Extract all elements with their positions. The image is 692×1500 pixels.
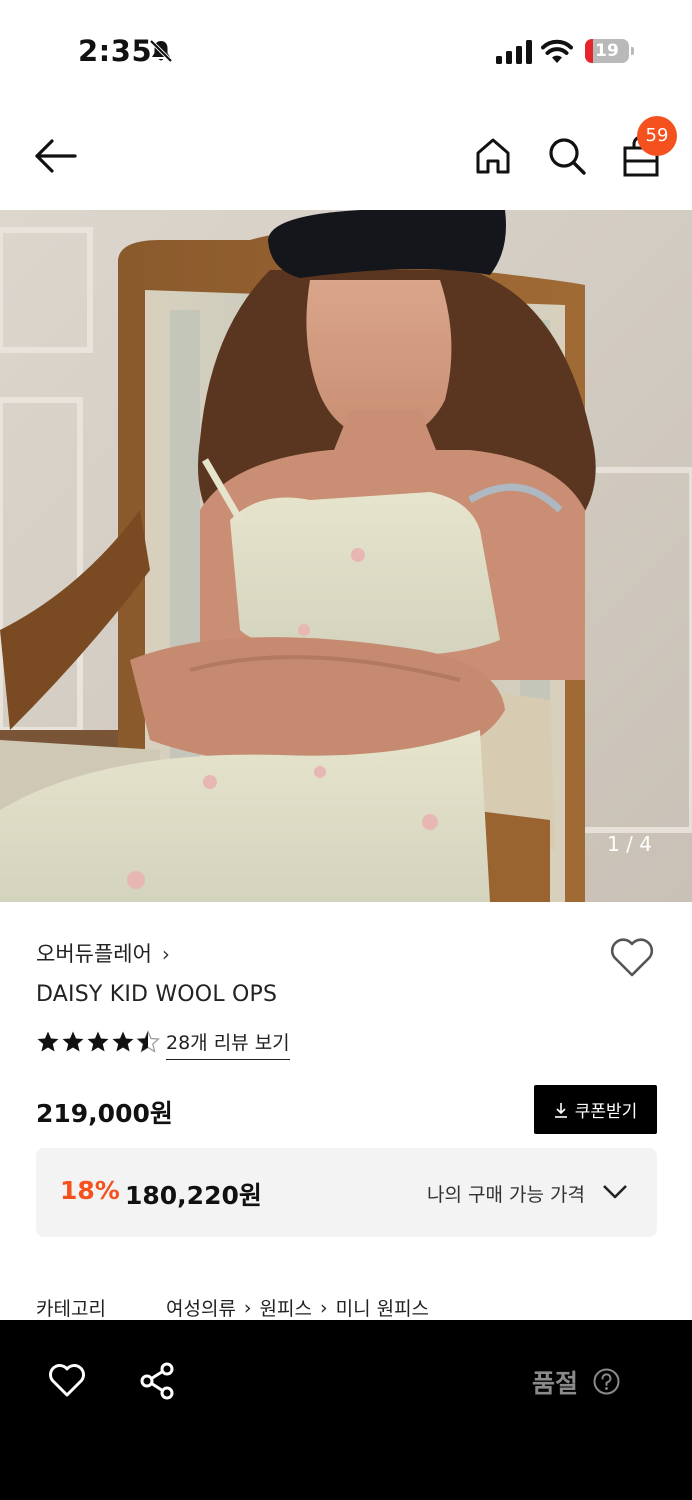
heart-outline-icon[interactable] — [48, 1362, 86, 1398]
battery-icon: 19 — [585, 39, 629, 63]
category-level-3[interactable]: 미니 원피스 — [336, 1294, 429, 1321]
rating-stars — [36, 1030, 161, 1056]
product-photo — [0, 210, 692, 902]
wifi-icon — [541, 39, 573, 63]
chevron-right-icon: › — [243, 1296, 252, 1319]
star-icon — [37, 1031, 59, 1052]
soldout-label: 품절 — [532, 1369, 579, 1398]
coupon-button-label: 쿠폰받기 — [574, 1102, 638, 1122]
coupon-button[interactable]: 쿠폰받기 — [534, 1085, 657, 1134]
original-price: 219,000원 — [36, 1099, 173, 1128]
back-arrow-icon[interactable] — [32, 136, 78, 176]
star-icon — [62, 1031, 84, 1052]
star-icon — [112, 1031, 134, 1052]
category-label: 카테고리 — [36, 1298, 106, 1320]
product-image-gallery[interactable]: 1 / 4 — [0, 210, 692, 902]
bell-slash-icon — [149, 39, 173, 63]
image-page-indicator: 1 / 4 — [607, 832, 652, 856]
final-price: 180,220원 — [125, 1181, 262, 1210]
star-half-icon — [136, 1030, 160, 1053]
my-price-box[interactable]: 18% 180,220원 나의 구매 가능 가격 — [36, 1148, 657, 1237]
bottom-action-bar: 품절 — [0, 1320, 692, 1500]
download-icon — [554, 1102, 567, 1118]
status-bar: 2:35 19 — [0, 0, 692, 100]
help-circle-icon[interactable] — [593, 1368, 620, 1395]
heart-outline-icon[interactable] — [609, 936, 655, 978]
cellular-signal-icon — [496, 40, 532, 64]
brand-name: 오버듀플레어 — [36, 942, 152, 966]
search-icon[interactable] — [547, 136, 587, 176]
category-level-2[interactable]: 원피스 — [260, 1294, 312, 1321]
category-breadcrumb: 여성의류 › 원피스 › 미니 원피스 — [166, 1294, 429, 1321]
star-icon — [87, 1031, 109, 1052]
brand-link[interactable]: 오버듀플레어 › — [36, 938, 170, 968]
share-icon[interactable] — [139, 1362, 175, 1400]
chevron-right-icon: › — [319, 1296, 328, 1319]
cart-count-badge: 59 — [637, 116, 677, 156]
product-name: DAISY KID WOOL OPS — [36, 982, 278, 1007]
discount-percent: 18% — [60, 1176, 120, 1205]
review-link[interactable]: 28개 리뷰 보기 — [166, 1028, 290, 1060]
battery-percent: 19 — [595, 41, 619, 61]
chevron-right-icon: › — [161, 942, 170, 966]
chevron-down-icon — [603, 1185, 627, 1199]
home-icon[interactable] — [473, 136, 513, 176]
my-price-label: 나의 구매 가능 가격 — [427, 1184, 585, 1206]
top-nav: 59 — [0, 100, 692, 210]
status-time: 2:35 — [78, 34, 153, 68]
category-level-1[interactable]: 여성의류 — [166, 1294, 236, 1321]
battery-tip — [631, 47, 634, 55]
